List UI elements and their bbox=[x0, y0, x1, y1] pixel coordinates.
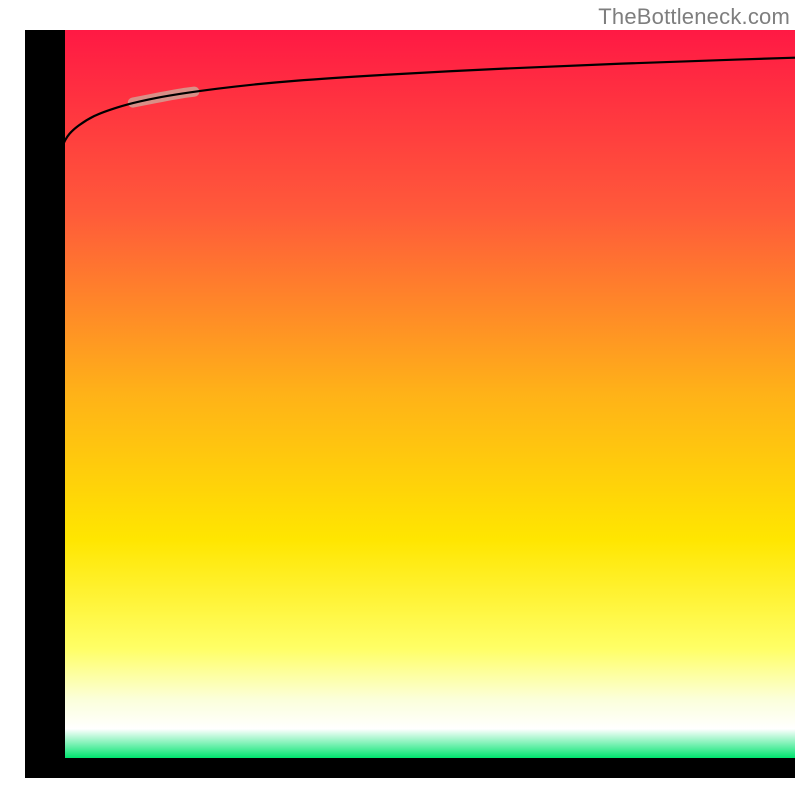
axis-bottom bbox=[25, 758, 795, 778]
plot-background bbox=[65, 30, 795, 758]
watermark-label: TheBottleneck.com bbox=[598, 4, 790, 30]
chart-stage: TheBottleneck.com bbox=[0, 0, 800, 800]
chart-canvas bbox=[0, 0, 800, 800]
